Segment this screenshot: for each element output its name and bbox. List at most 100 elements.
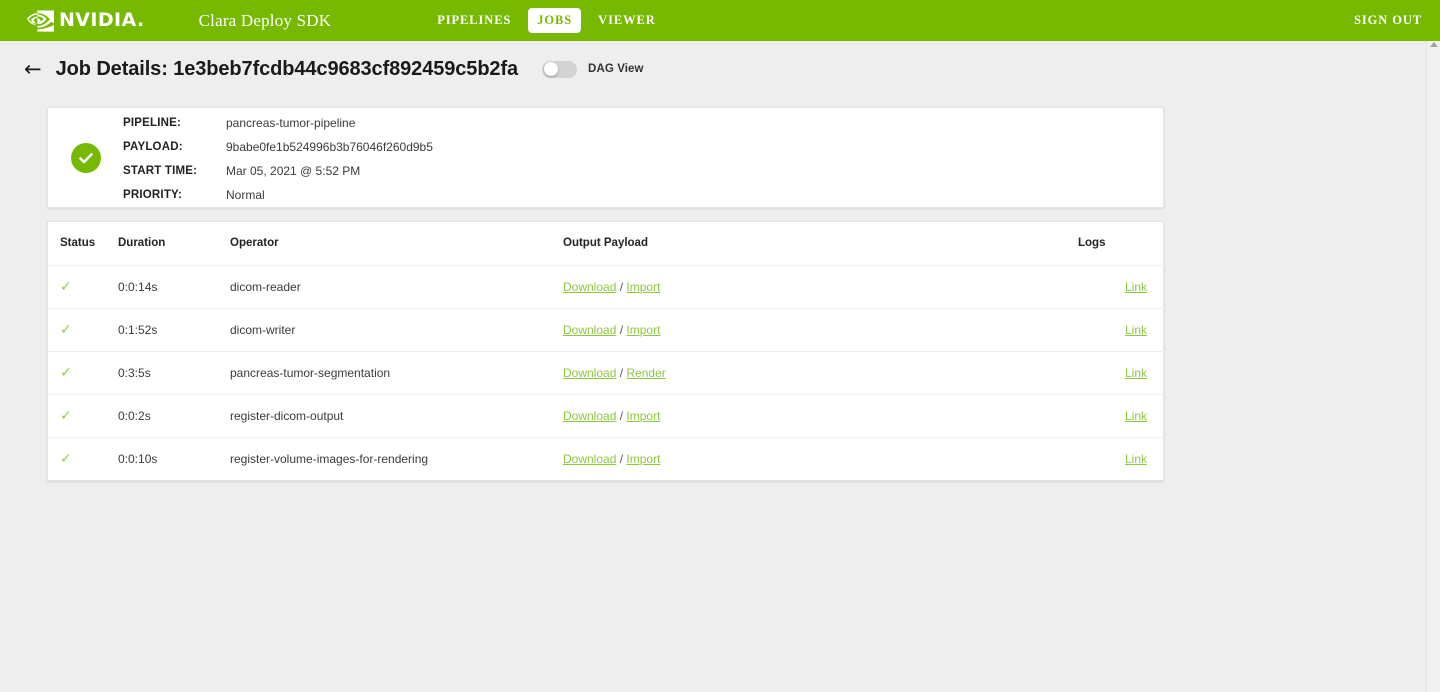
link-separator: / xyxy=(620,366,623,380)
table-header-row: Status Duration Operator Output Payload … xyxy=(48,222,1165,265)
job-info-fields: PIPELINE: pancreas-tumor-pipeline PAYLOA… xyxy=(123,109,433,207)
row-operator: register-volume-images-for-rendering xyxy=(230,437,563,480)
info-label-pipeline: PIPELINE: xyxy=(123,117,226,129)
logs-link[interactable]: Link xyxy=(1125,280,1147,294)
row-output-payload: Download / Import xyxy=(563,437,1078,480)
check-icon: ✓ xyxy=(60,279,72,295)
nav-link-viewer[interactable]: VIEWER xyxy=(589,8,665,33)
info-row-pipeline: PIPELINE: pancreas-tumor-pipeline xyxy=(123,111,433,135)
row-logs: Link xyxy=(1078,351,1165,394)
row-status: ✓ xyxy=(48,265,118,308)
row-output-payload: Download / Import xyxy=(563,308,1078,351)
download-link[interactable]: Download xyxy=(563,280,616,294)
table-row: ✓ 0:0:14s dicom-reader Download / Import… xyxy=(48,265,1165,308)
action-link[interactable]: Import xyxy=(626,409,660,423)
nav-link-pipelines[interactable]: PIPELINES xyxy=(428,8,520,33)
info-row-start-time: START TIME: Mar 05, 2021 @ 5:52 PM xyxy=(123,159,433,183)
table-row: ✓ 0:1:52s dicom-writer Download / Import… xyxy=(48,308,1165,351)
nvidia-eye-logo-icon xyxy=(27,10,54,32)
table-row: ✓ 0:0:2s register-dicom-output Download … xyxy=(48,394,1165,437)
row-logs: Link xyxy=(1078,394,1165,437)
info-label-priority: PRIORITY: xyxy=(123,189,226,201)
info-row-payload: PAYLOAD: 9babe0fe1b524996b3b76046f260d9b… xyxy=(123,135,433,159)
row-operator: dicom-reader xyxy=(230,265,563,308)
nav-links: PIPELINES JOBS VIEWER xyxy=(428,8,664,33)
row-output-payload: Download / Render xyxy=(563,351,1078,394)
table-header: Status Duration Operator Output Payload … xyxy=(48,222,1165,265)
row-operator: dicom-writer xyxy=(230,308,563,351)
row-status: ✓ xyxy=(48,351,118,394)
logs-link[interactable]: Link xyxy=(1125,366,1147,380)
row-logs: Link xyxy=(1078,437,1165,480)
link-separator: / xyxy=(620,280,623,294)
row-status: ✓ xyxy=(48,394,118,437)
action-link[interactable]: Import xyxy=(626,280,660,294)
download-link[interactable]: Download xyxy=(563,452,616,466)
table-row: ✓ 0:0:10s register-volume-images-for-ren… xyxy=(48,437,1165,480)
row-output-payload: Download / Import xyxy=(563,265,1078,308)
row-status: ✓ xyxy=(48,437,118,480)
link-separator: / xyxy=(620,323,623,337)
info-value-priority: Normal xyxy=(226,188,265,202)
nvidia-logo[interactable]: NVIDIA. xyxy=(27,10,145,32)
download-link[interactable]: Download xyxy=(563,366,616,380)
operators-table: Status Duration Operator Output Payload … xyxy=(48,222,1165,480)
row-operator: pancreas-tumor-segmentation xyxy=(230,351,563,394)
check-icon: ✓ xyxy=(60,322,72,338)
link-separator: / xyxy=(620,452,623,466)
dag-view-label: DAG View xyxy=(588,63,644,75)
logs-link[interactable]: Link xyxy=(1125,409,1147,423)
column-header-logs: Logs xyxy=(1078,222,1165,265)
row-duration: 0:0:10s xyxy=(118,437,230,480)
row-duration: 0:0:14s xyxy=(118,265,230,308)
table-row: ✓ 0:3:5s pancreas-tumor-segmentation Dow… xyxy=(48,351,1165,394)
check-icon: ✓ xyxy=(60,365,72,381)
action-link[interactable]: Import xyxy=(626,452,660,466)
check-icon: ✓ xyxy=(60,451,72,467)
page-title: Job Details: 1e3beb7fcdb44c9683cf892459c… xyxy=(56,58,518,81)
row-logs: Link xyxy=(1078,265,1165,308)
logs-link[interactable]: Link xyxy=(1125,323,1147,337)
nvidia-wordmark: NVIDIA. xyxy=(59,11,145,30)
top-navbar: NVIDIA. Clara Deploy SDK PIPELINES JOBS … xyxy=(0,0,1440,41)
nav-link-jobs[interactable]: JOBS xyxy=(528,8,581,33)
vertical-scrollbar[interactable] xyxy=(1426,41,1440,692)
action-link[interactable]: Import xyxy=(626,323,660,337)
info-value-payload: 9babe0fe1b524996b3b76046f260d9b5 xyxy=(226,140,433,154)
info-label-payload: PAYLOAD: xyxy=(123,141,226,153)
download-link[interactable]: Download xyxy=(563,409,616,423)
page-header: ← Job Details: 1e3beb7fcdb44c9683cf89245… xyxy=(0,52,644,86)
check-icon: ✓ xyxy=(60,408,72,424)
column-header-operator: Operator xyxy=(230,222,563,265)
dag-view-toggle[interactable] xyxy=(542,61,577,78)
row-duration: 0:3:5s xyxy=(118,351,230,394)
toggle-knob xyxy=(544,62,558,76)
link-separator: / xyxy=(620,409,623,423)
row-status: ✓ xyxy=(48,308,118,351)
info-value-pipeline: pancreas-tumor-pipeline xyxy=(226,116,355,130)
dag-view-toggle-group: DAG View xyxy=(542,61,644,78)
column-header-duration: Duration xyxy=(118,222,230,265)
row-output-payload: Download / Import xyxy=(563,394,1078,437)
sign-out-button[interactable]: SIGN OUT xyxy=(1354,13,1422,28)
row-logs: Link xyxy=(1078,308,1165,351)
info-value-start-time: Mar 05, 2021 @ 5:52 PM xyxy=(226,164,360,178)
row-operator: register-dicom-output xyxy=(230,394,563,437)
job-info-card: PIPELINE: pancreas-tumor-pipeline PAYLOA… xyxy=(47,107,1164,208)
caret-up-icon[interactable] xyxy=(1430,42,1438,47)
download-link[interactable]: Download xyxy=(563,323,616,337)
operators-table-card: Status Duration Operator Output Payload … xyxy=(47,221,1164,481)
row-duration: 0:0:2s xyxy=(118,394,230,437)
back-arrow-icon[interactable]: ← xyxy=(24,59,42,80)
logs-link[interactable]: Link xyxy=(1125,452,1147,466)
row-duration: 0:1:52s xyxy=(118,308,230,351)
table-body: ✓ 0:0:14s dicom-reader Download / Import… xyxy=(48,265,1165,480)
column-header-status: Status xyxy=(48,222,118,265)
column-header-output-payload: Output Payload xyxy=(563,222,1078,265)
action-link[interactable]: Render xyxy=(626,366,665,380)
app-title: Clara Deploy SDK xyxy=(199,11,332,31)
check-circle-icon xyxy=(71,143,101,173)
info-label-start-time: START TIME: xyxy=(123,165,226,177)
job-status-cell xyxy=(48,143,123,173)
info-row-priority: PRIORITY: Normal xyxy=(123,183,433,207)
